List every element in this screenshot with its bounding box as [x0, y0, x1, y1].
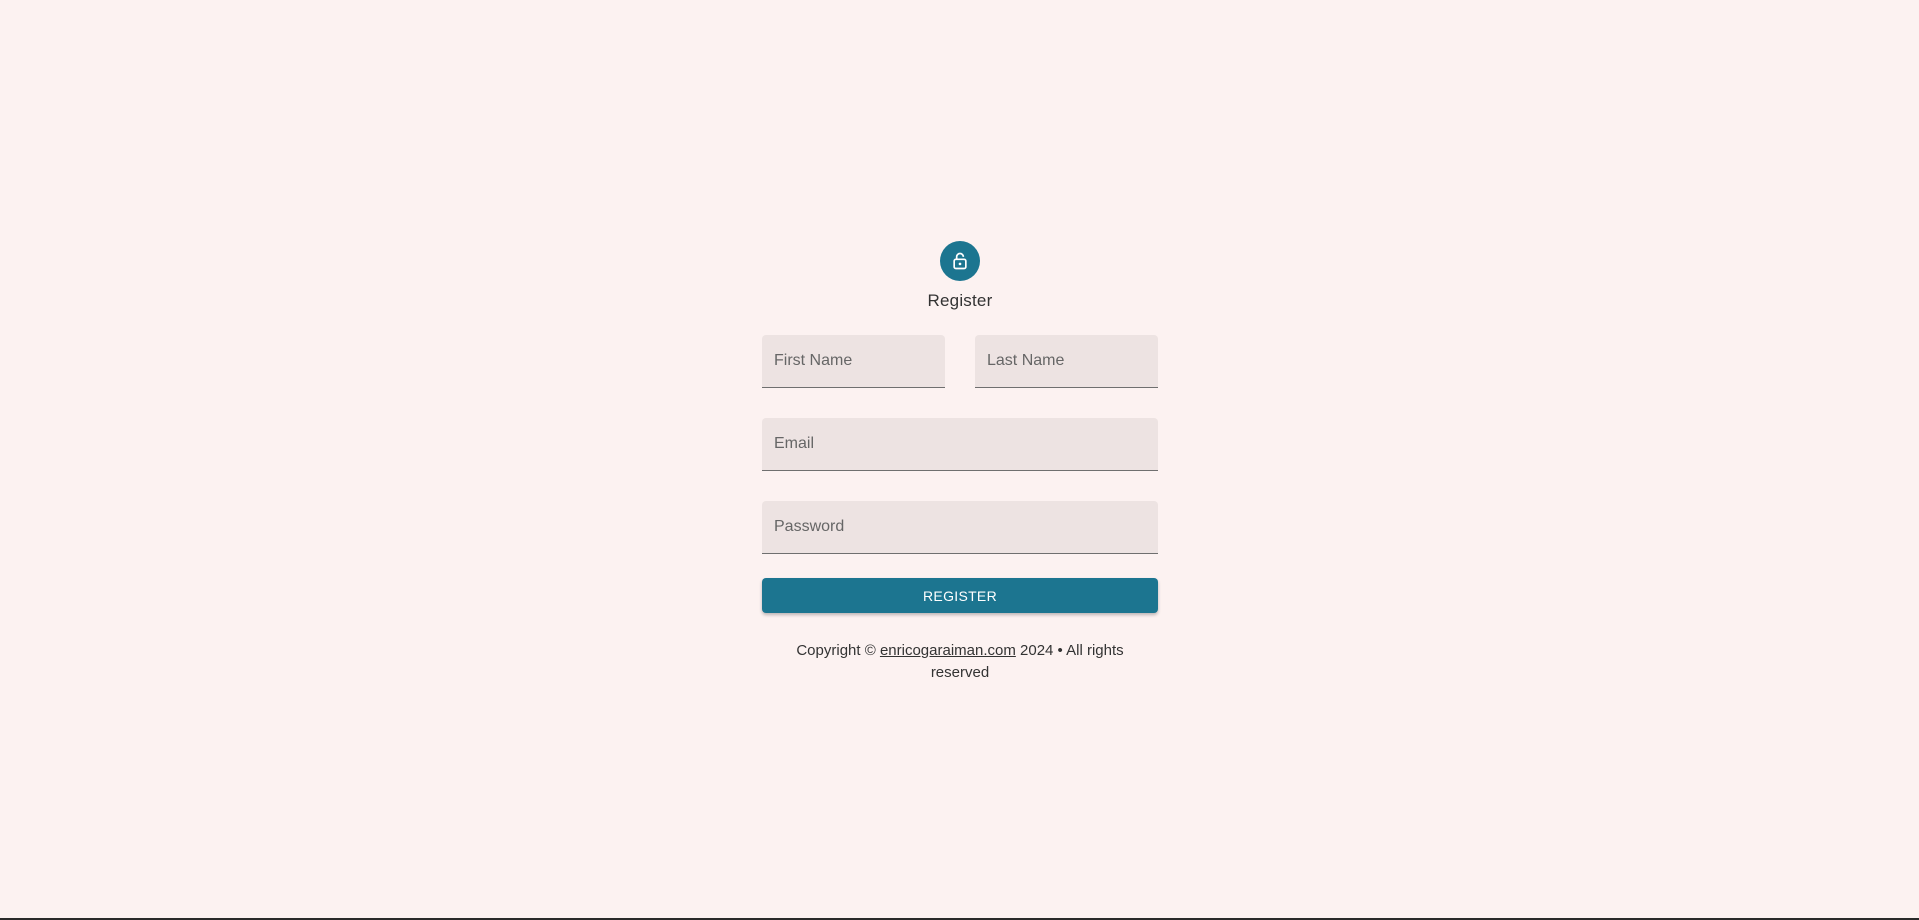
email-field[interactable]	[762, 418, 1158, 471]
name-row	[762, 335, 1158, 388]
first-name-input[interactable]	[762, 335, 945, 387]
email-input[interactable]	[762, 418, 1158, 470]
register-button[interactable]: REGISTER	[762, 578, 1158, 613]
first-name-field[interactable]	[762, 335, 945, 388]
last-name-field[interactable]	[975, 335, 1158, 388]
password-input[interactable]	[762, 501, 1158, 553]
copyright-link[interactable]: enricogaraiman.com	[880, 642, 1016, 659]
page: Register REGISTER Copyright © enricogara…	[0, 0, 1919, 920]
copyright-footer: Copyright © enricogaraiman.com 2024 • Al…	[762, 640, 1158, 684]
last-name-input[interactable]	[975, 335, 1158, 387]
password-field[interactable]	[762, 501, 1158, 554]
lock-avatar	[940, 241, 980, 281]
copyright-prefix: Copyright ©	[796, 642, 880, 659]
lock-icon	[953, 252, 967, 270]
page-title: Register	[927, 291, 993, 310]
register-form-container: Register REGISTER Copyright © enricogara…	[762, 241, 1158, 684]
